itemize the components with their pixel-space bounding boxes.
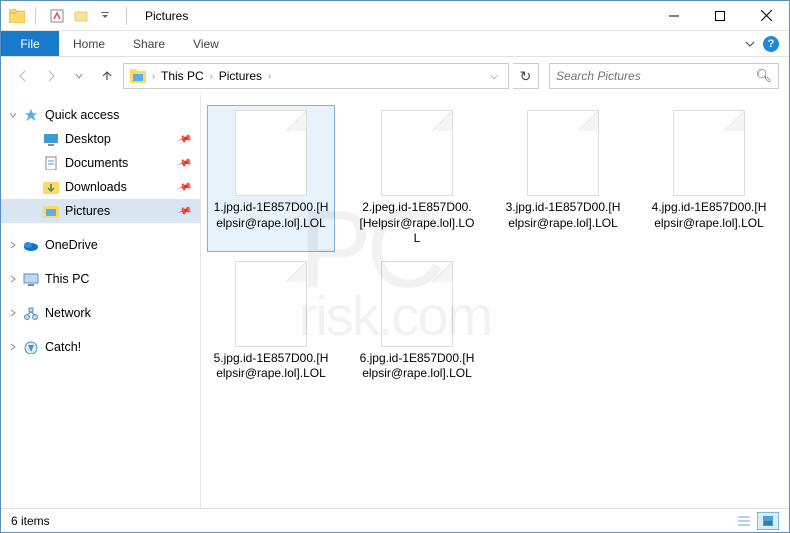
ribbon-file-tab[interactable]: File xyxy=(1,31,59,56)
sidebar-item-downloads[interactable]: Downloads 📌 xyxy=(1,175,200,199)
close-button[interactable] xyxy=(743,1,789,31)
ribbon: File Home Share View ? xyxy=(1,31,789,57)
view-details-button[interactable] xyxy=(733,512,755,530)
navbar: › This PC › Pictures › ⌵ ↻ 🔍︎ xyxy=(1,57,789,95)
file-item[interactable]: 5.jpg.id-1E857D00.[Helpsir@rape.lol].LOL xyxy=(207,256,335,387)
view-largeicons-button[interactable] xyxy=(757,512,779,530)
file-name: 2.jpeg.id-1E857D00.[Helpsir@rape.lol].LO… xyxy=(358,200,476,247)
sidebar-item-network[interactable]: Network xyxy=(1,301,200,325)
file-icon xyxy=(235,110,307,196)
chevron-right-icon xyxy=(9,309,17,317)
up-button[interactable] xyxy=(95,64,119,88)
search-input[interactable] xyxy=(556,69,755,83)
file-item[interactable]: 1.jpg.id-1E857D00.[Helpsir@rape.lol].LOL xyxy=(207,105,335,252)
forward-button[interactable] xyxy=(39,64,63,88)
sidebar-label: Quick access xyxy=(45,108,119,122)
documents-icon xyxy=(43,156,59,170)
file-item[interactable]: 2.jpeg.id-1E857D00.[Helpsir@rape.lol].LO… xyxy=(353,105,481,252)
chevron-right-icon xyxy=(9,275,17,283)
file-name: 5.jpg.id-1E857D00.[Helpsir@rape.lol].LOL xyxy=(212,351,330,382)
sidebar-quick-access[interactable]: Quick access xyxy=(1,103,200,127)
help-icon[interactable]: ? xyxy=(763,36,779,52)
sidebar-item-pictures[interactable]: Pictures 📌 xyxy=(1,199,200,223)
minimize-button[interactable] xyxy=(651,1,697,31)
chevron-right-icon[interactable]: › xyxy=(206,71,217,81)
breadcrumb-seg-pictures[interactable]: Pictures xyxy=(219,69,262,83)
statusbar: 6 items xyxy=(1,508,789,532)
sidebar: Quick access Desktop📌Documents📌Downloads… xyxy=(1,95,201,508)
sidebar-item-label: Downloads xyxy=(65,180,127,194)
qat-dropdown-button[interactable] xyxy=(94,5,116,27)
sidebar-item-label: Pictures xyxy=(65,204,110,218)
ribbon-tab-share[interactable]: Share xyxy=(119,31,179,56)
breadcrumb-dropdown[interactable]: ⌵ xyxy=(486,71,502,82)
status-count: 6 items xyxy=(11,514,50,528)
search-box[interactable]: 🔍︎ xyxy=(549,63,779,89)
sidebar-item-desktop[interactable]: Desktop 📌 xyxy=(1,127,200,151)
onedrive-icon xyxy=(23,238,39,252)
qat-properties-button[interactable] xyxy=(46,5,68,27)
pictures-icon xyxy=(43,204,59,218)
sidebar-item-catch[interactable]: Catch! xyxy=(1,335,200,359)
thispc-icon xyxy=(23,272,39,286)
chevron-right-icon[interactable]: › xyxy=(148,71,159,81)
file-icon xyxy=(381,110,453,196)
sidebar-item-label: Catch! xyxy=(45,340,81,354)
downloads-icon xyxy=(43,180,59,194)
qat-newfolder-button[interactable] xyxy=(70,5,92,27)
sidebar-item-label: Network xyxy=(45,306,91,320)
breadcrumb-seg-thispc[interactable]: This PC xyxy=(161,69,204,83)
refresh-button[interactable]: ↻ xyxy=(513,63,539,89)
recent-dropdown[interactable] xyxy=(67,64,91,88)
file-name: 4.jpg.id-1E857D00.[Helpsir@rape.lol].LOL xyxy=(650,200,768,231)
file-item[interactable]: 4.jpg.id-1E857D00.[Helpsir@rape.lol].LOL xyxy=(645,105,773,252)
file-name: 1.jpg.id-1E857D00.[Helpsir@rape.lol].LOL xyxy=(212,200,330,231)
explorer-icon xyxy=(9,9,25,23)
file-item[interactable]: 6.jpg.id-1E857D00.[Helpsir@rape.lol].LOL xyxy=(353,256,481,387)
file-item[interactable]: 3.jpg.id-1E857D00.[Helpsir@rape.lol].LOL xyxy=(499,105,627,252)
desktop-icon xyxy=(43,132,59,146)
ribbon-tab-view[interactable]: View xyxy=(179,31,233,56)
chevron-down-icon xyxy=(9,111,17,119)
file-icon xyxy=(381,261,453,347)
file-icon xyxy=(527,110,599,196)
back-button[interactable] xyxy=(11,64,35,88)
chevron-right-icon[interactable]: › xyxy=(264,71,275,81)
catch-icon xyxy=(23,340,39,354)
network-icon xyxy=(23,306,39,320)
chevron-right-icon xyxy=(9,343,17,351)
sidebar-item-label: This PC xyxy=(45,272,89,286)
chevron-right-icon xyxy=(9,241,17,249)
pin-icon: 📌 xyxy=(176,131,192,147)
sidebar-item-label: OneDrive xyxy=(45,238,98,252)
sidebar-item-documents[interactable]: Documents 📌 xyxy=(1,151,200,175)
file-icon xyxy=(235,261,307,347)
pin-icon: 📌 xyxy=(176,179,192,195)
file-grid[interactable]: 1.jpg.id-1E857D00.[Helpsir@rape.lol].LOL… xyxy=(201,95,789,508)
pin-icon: 📌 xyxy=(176,203,192,219)
breadcrumb[interactable]: › This PC › Pictures › ⌵ xyxy=(123,63,509,89)
file-name: 3.jpg.id-1E857D00.[Helpsir@rape.lol].LOL xyxy=(504,200,622,231)
maximize-button[interactable] xyxy=(697,1,743,31)
titlebar: Pictures xyxy=(1,1,789,31)
ribbon-expand-icon[interactable] xyxy=(745,39,755,49)
search-icon[interactable]: 🔍︎ xyxy=(755,68,772,84)
sidebar-item-thispc[interactable]: This PC xyxy=(1,267,200,291)
sidebar-item-label: Desktop xyxy=(65,132,111,146)
sidebar-item-label: Documents xyxy=(65,156,128,170)
file-icon xyxy=(673,110,745,196)
file-name: 6.jpg.id-1E857D00.[Helpsir@rape.lol].LOL xyxy=(358,351,476,382)
ribbon-tab-home[interactable]: Home xyxy=(59,31,119,56)
window-title: Pictures xyxy=(145,9,188,23)
sidebar-item-onedrive[interactable]: OneDrive xyxy=(1,233,200,257)
pictures-icon xyxy=(130,69,146,83)
star-icon xyxy=(23,108,39,122)
pin-icon: 📌 xyxy=(176,155,192,171)
